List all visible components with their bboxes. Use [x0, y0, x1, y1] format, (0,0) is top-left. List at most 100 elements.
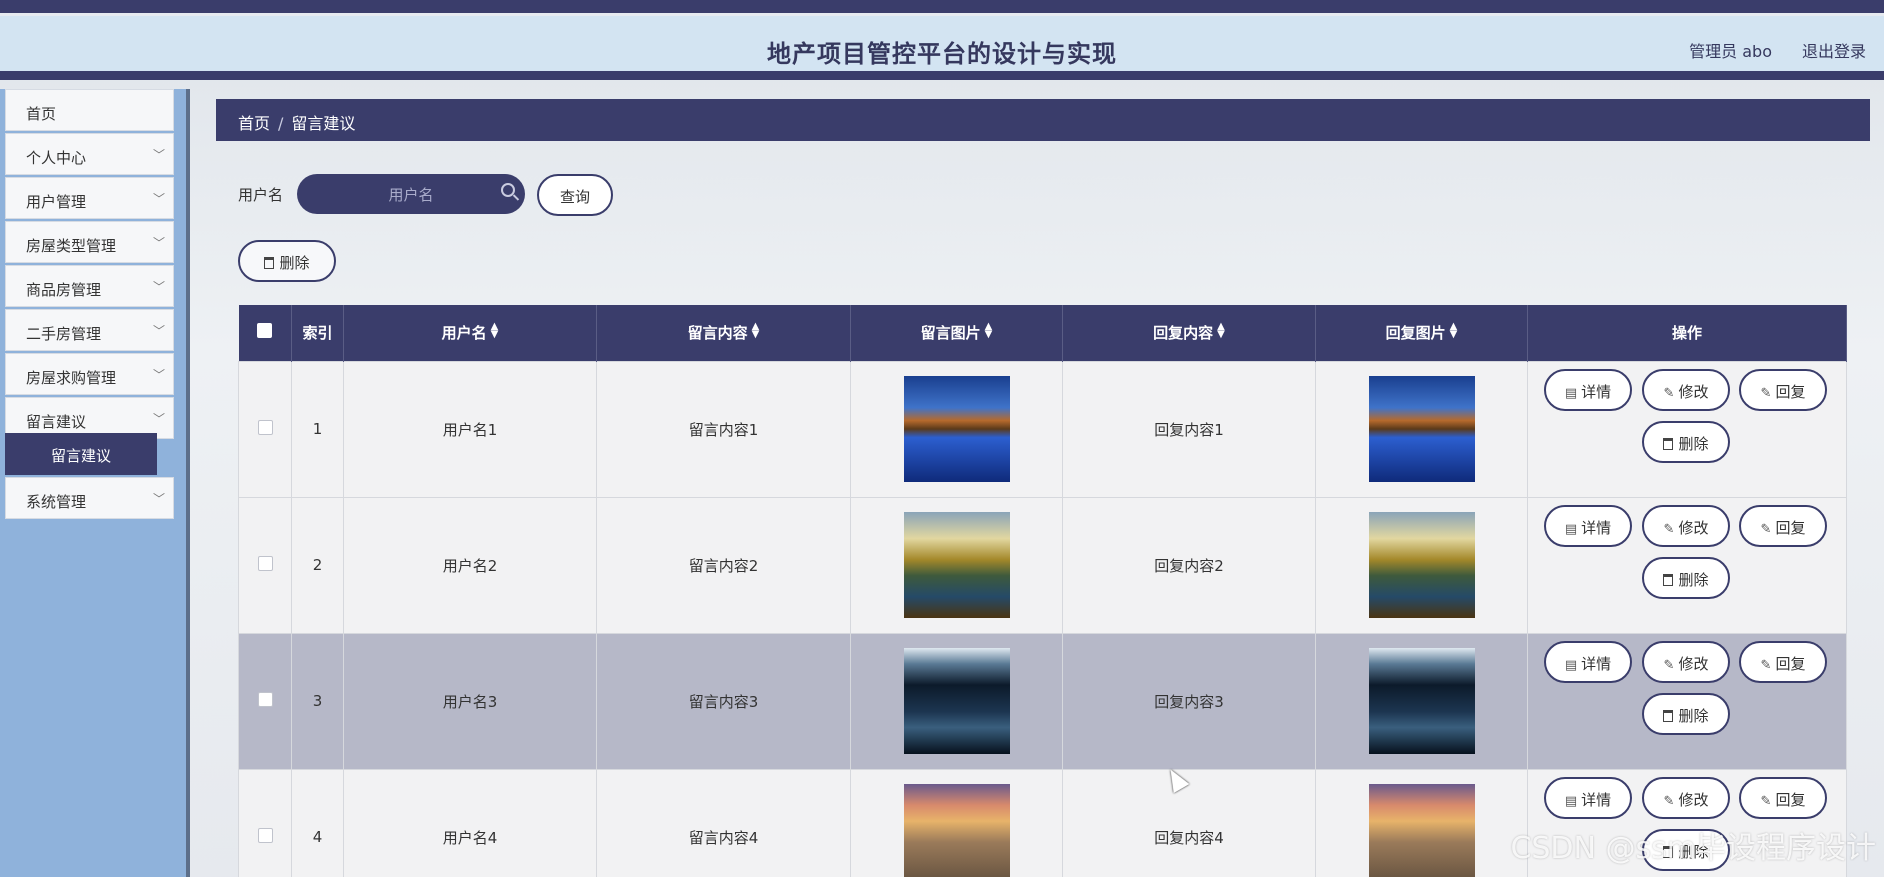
breadcrumb-home[interactable]: 首页 [238, 114, 270, 133]
message-image[interactable] [903, 512, 1010, 618]
pencil-icon: ✎ [1663, 794, 1675, 809]
sidebar-item-house-purchase[interactable]: 房屋求购管理 ﹀ [5, 353, 174, 395]
delete-button[interactable]: 删除 [1642, 421, 1730, 463]
cell-content: 留言内容1 [596, 360, 851, 498]
sidebar-item-commercial-house[interactable]: 商品房管理 ﹀ [5, 265, 174, 307]
column-header-reply-image[interactable]: 回复图片 ▲ ▼ [1315, 305, 1528, 361]
row-checkbox[interactable] [257, 691, 273, 707]
detail-button[interactable]: ▤ 详情 [1544, 369, 1632, 411]
delete-label: 删除 [1678, 435, 1709, 453]
sidebar-item-label: 房屋类型管理 [26, 237, 117, 255]
document-icon: ▤ [1564, 386, 1578, 401]
row-select-cell[interactable] [238, 632, 292, 770]
chevron-down-icon: ﹀ [153, 492, 166, 506]
sidebar-item-second-hand-house[interactable]: 二手房管理 ﹀ [5, 309, 174, 351]
edit-button[interactable]: ✎ 修改 [1642, 369, 1730, 411]
cell-username: 用户名1 [343, 360, 597, 498]
reply-label: 回复 [1775, 791, 1806, 809]
row-actions: ▤ 详情 ✎ 修改 ✎ 回复 删除 [1528, 369, 1846, 489]
edit-button[interactable]: ✎ 修改 [1642, 641, 1730, 683]
message-image[interactable] [903, 376, 1010, 482]
feedback-table: 索引 用户名 ▲ ▼ 留言内容 ▲ ▼ 留言图片 ▲ ▼ 回复内容 ▲ ▼ 回复图片 ▲ ▼ 操作 … [238, 305, 1847, 877]
row-select-cell[interactable] [238, 360, 292, 498]
username-search-input[interactable]: 用户名 [297, 174, 525, 214]
message-image[interactable] [903, 648, 1010, 754]
reply-image[interactable] [1368, 648, 1475, 754]
cell-content: 留言内容4 [596, 768, 851, 877]
trash-icon [1663, 574, 1674, 586]
row-actions: ▤ 详情 ✎ 修改 ✎ 回复 删除 [1528, 641, 1846, 761]
edit-label: 修改 [1678, 519, 1709, 537]
cell-reply-image [1315, 632, 1528, 770]
sort-icon[interactable]: ▲ ▼ [1450, 322, 1458, 340]
row-select-cell[interactable] [238, 768, 292, 877]
column-header-reply[interactable]: 回复内容 ▲ ▼ [1062, 305, 1316, 361]
column-header-index: 索引 [291, 305, 344, 361]
edit-label: 修改 [1678, 383, 1709, 401]
delete-button[interactable]: 删除 [1642, 557, 1730, 599]
chevron-down-icon: ﹀ [153, 412, 166, 426]
reply-label: 回复 [1775, 383, 1806, 401]
column-header-actions: 操作 [1527, 305, 1847, 361]
cell-index: 4 [291, 768, 344, 877]
reply-button[interactable]: ✎ 回复 [1739, 505, 1827, 547]
row-checkbox[interactable] [257, 827, 273, 843]
logout-link[interactable]: 退出登录 [1802, 38, 1866, 62]
delete-label: 删除 [1678, 571, 1709, 589]
cell-image [850, 632, 1063, 770]
detail-label: 详情 [1581, 383, 1612, 401]
sidebar-subitem-feedback[interactable]: 留言建议 [5, 433, 157, 475]
reply-button[interactable]: ✎ 回复 [1739, 369, 1827, 411]
pencil-icon: ✎ [1663, 522, 1675, 537]
column-header-label: 回复图片 [1385, 324, 1446, 343]
delete-button[interactable]: 删除 [1642, 693, 1730, 735]
sidebar-item-house-type[interactable]: 房屋类型管理 ﹀ [5, 221, 174, 263]
column-header-image[interactable]: 留言图片 ▲ ▼ [850, 305, 1063, 361]
search-placeholder: 用户名 [388, 186, 434, 204]
select-all-cell[interactable] [238, 305, 292, 361]
detail-button[interactable]: ▤ 详情 [1544, 777, 1632, 819]
edit-button[interactable]: ✎ 修改 [1642, 505, 1730, 547]
app-header: 地产项目管控平台的设计与实现 管理员 abo 退出登录 [0, 16, 1884, 80]
message-image[interactable] [903, 784, 1010, 877]
reply-button[interactable]: ✎ 回复 [1739, 777, 1827, 819]
reply-image[interactable] [1368, 784, 1475, 877]
select-all-checkbox[interactable] [257, 323, 273, 339]
row-checkbox[interactable] [257, 419, 273, 435]
search-icon [501, 183, 515, 197]
reply-button[interactable]: ✎ 回复 [1739, 641, 1827, 683]
column-header-label: 留言内容 [687, 324, 748, 343]
edit-button[interactable]: ✎ 修改 [1642, 777, 1730, 819]
cell-reply-image [1315, 360, 1528, 498]
cell-username: 用户名2 [343, 496, 597, 634]
cell-index: 3 [291, 632, 344, 770]
column-header-content[interactable]: 留言内容 ▲ ▼ [596, 305, 851, 361]
cell-username: 用户名3 [343, 632, 597, 770]
batch-delete-button[interactable]: 删除 [238, 240, 336, 282]
sort-icon[interactable]: ▲ ▼ [1217, 322, 1225, 340]
detail-button[interactable]: ▤ 详情 [1544, 641, 1632, 683]
detail-label: 详情 [1581, 519, 1612, 537]
column-header-username[interactable]: 用户名 ▲ ▼ [343, 305, 597, 361]
sidebar-item-home[interactable]: 首页 [5, 89, 174, 131]
row-checkbox[interactable] [257, 555, 273, 571]
breadcrumb: 首页 / 留言建议 [216, 99, 1870, 141]
pencil-icon: ✎ [1663, 386, 1675, 401]
detail-button[interactable]: ▤ 详情 [1544, 505, 1632, 547]
edit-label: 修改 [1678, 791, 1709, 809]
reply-image[interactable] [1368, 376, 1475, 482]
cell-actions: ▤ 详情 ✎ 修改 ✎ 回复 删除 [1527, 496, 1847, 634]
row-select-cell[interactable] [238, 496, 292, 634]
cell-username: 用户名4 [343, 768, 597, 877]
sort-icon[interactable]: ▲ ▼ [491, 322, 499, 340]
query-button[interactable]: 查询 [537, 174, 613, 216]
watermark: CSDN @ssm毕设程序设计 [1510, 831, 1876, 866]
sidebar-item-system-management[interactable]: 系统管理 ﹀ [5, 477, 174, 519]
sort-icon[interactable]: ▲ ▼ [752, 322, 760, 340]
sort-icon[interactable]: ▲ ▼ [985, 322, 993, 340]
search-label: 用户名 [238, 186, 284, 204]
sidebar-item-user-management[interactable]: 用户管理 ﹀ [5, 177, 174, 219]
sidebar-item-personal-center[interactable]: 个人中心 ﹀ [5, 133, 174, 175]
reply-image[interactable] [1368, 512, 1475, 618]
column-header-label: 用户名 [441, 324, 487, 343]
